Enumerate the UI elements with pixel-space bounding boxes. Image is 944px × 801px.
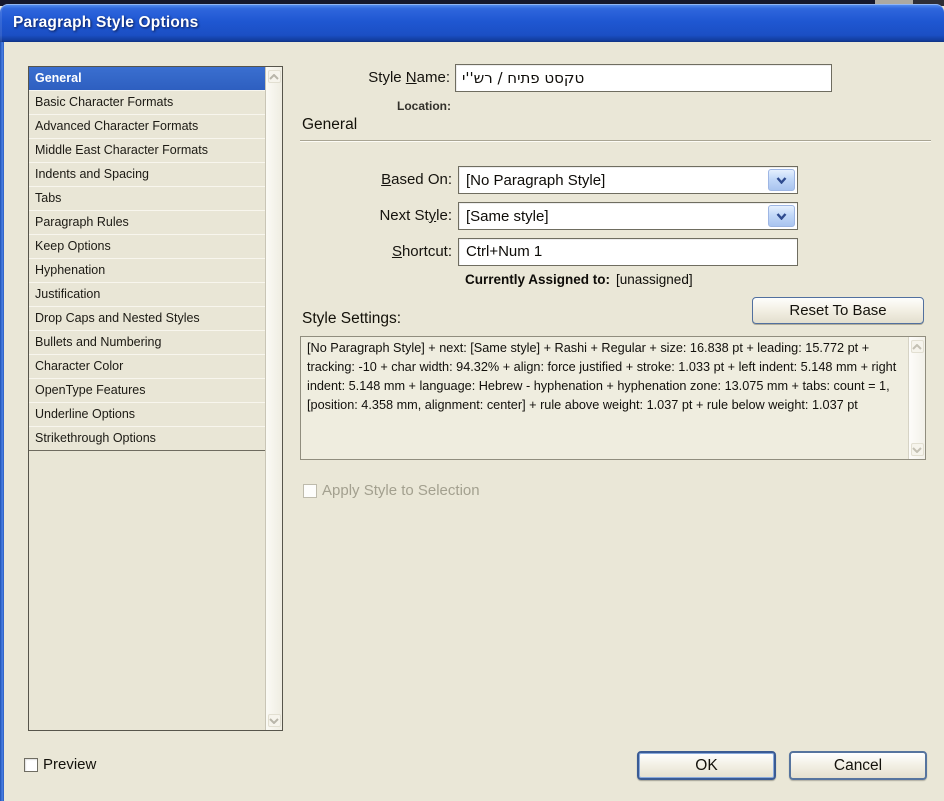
based-on-value: [No Paragraph Style] xyxy=(466,171,606,189)
sidebar-item-advanced-character-formats[interactable]: Advanced Character Formats xyxy=(29,115,265,139)
sidebar-item-paragraph-rules[interactable]: Paragraph Rules xyxy=(29,211,265,235)
scroll-down-icon[interactable] xyxy=(267,714,281,727)
category-list: General Basic Character Formats Advanced C… xyxy=(28,66,283,731)
currently-assigned-line: Currently Assigned to: [unassigned] xyxy=(465,272,693,287)
apply-style-checkbox xyxy=(303,483,317,498)
location-label: Location: xyxy=(397,99,451,113)
preview-label: Preview xyxy=(43,756,97,773)
currently-assigned-label: Currently Assigned to: xyxy=(465,272,611,287)
sidebar-item-underline-options[interactable]: Underline Options xyxy=(29,403,265,427)
sidebar-scrollbar[interactable] xyxy=(265,67,282,730)
sidebar-item-general[interactable]: General xyxy=(29,67,265,91)
sidebar-item-tabs[interactable]: Tabs xyxy=(29,187,265,211)
section-title: General xyxy=(302,116,358,133)
sidebar-item-hyphenation[interactable]: Hyphenation xyxy=(29,259,265,283)
section-divider xyxy=(300,140,931,142)
sidebar-item-basic-character-formats[interactable]: Basic Character Formats xyxy=(29,91,265,115)
sidebar-item-strikethrough-options[interactable]: Strikethrough Options xyxy=(29,427,265,451)
next-style-chevron-down-icon[interactable] xyxy=(768,205,795,227)
sidebar-item-bullets-and-numbering[interactable]: Bullets and Numbering xyxy=(29,331,265,355)
ok-button[interactable]: OK xyxy=(637,751,776,780)
sidebar-item-drop-caps-and-nested-styles[interactable]: Drop Caps and Nested Styles xyxy=(29,307,265,331)
based-on-label: Based On: xyxy=(381,171,452,188)
reset-to-base-button[interactable]: Reset To Base xyxy=(752,297,924,324)
settings-scroll-up-icon[interactable] xyxy=(910,340,924,353)
dialog-left-border xyxy=(0,42,4,801)
shortcut-label: Shortcut: xyxy=(391,243,452,260)
style-settings-box: [No Paragraph Style] + next: [Same style… xyxy=(300,336,926,460)
next-style-label: Next Style: xyxy=(379,207,452,224)
style-settings-text: [No Paragraph Style] + next: [Same style… xyxy=(307,341,897,412)
sidebar-item-middle-east-character-formats[interactable]: Middle East Character Formats xyxy=(29,139,265,163)
preview-option[interactable]: Preview xyxy=(24,756,96,773)
scroll-up-icon[interactable] xyxy=(267,70,281,83)
settings-scroll-down-icon[interactable] xyxy=(910,443,924,456)
shortcut-input[interactable]: Ctrl+Num 1 xyxy=(458,238,798,266)
style-settings-scrollbar[interactable] xyxy=(908,337,925,459)
cancel-button[interactable]: Cancel xyxy=(789,751,927,780)
style-settings-label: Style Settings: xyxy=(302,310,402,327)
apply-style-to-selection: Apply Style to Selection xyxy=(303,482,480,499)
sidebar-item-character-color[interactable]: Character Color xyxy=(29,355,265,379)
preview-checkbox[interactable] xyxy=(24,757,38,772)
style-name-label: Style Name: xyxy=(368,69,450,86)
sidebar-item-keep-options[interactable]: Keep Options xyxy=(29,235,265,259)
apply-style-label: Apply Style to Selection xyxy=(322,482,480,499)
next-style-value: [Same style] xyxy=(466,207,549,225)
style-name-input[interactable]: טקסט פתיח / רש''י xyxy=(455,64,832,92)
dialog-title: Paragraph Style Options xyxy=(13,14,199,31)
currently-assigned-value: [unassigned] xyxy=(616,272,693,287)
sidebar-item-opentype-features[interactable]: OpenType Features xyxy=(29,379,265,403)
next-style-dropdown[interactable]: [Same style] xyxy=(458,202,798,230)
based-on-dropdown[interactable]: [No Paragraph Style] xyxy=(458,166,798,194)
sidebar-item-justification[interactable]: Justification xyxy=(29,283,265,307)
sidebar-item-indents-and-spacing[interactable]: Indents and Spacing xyxy=(29,163,265,187)
paragraph-style-options-dialog: Paragraph Style Options General Basic Cha… xyxy=(0,0,944,801)
based-on-chevron-down-icon[interactable] xyxy=(768,169,795,191)
dialog-titlebar[interactable]: Paragraph Style Options xyxy=(0,4,944,42)
sidebar-list: General Basic Character Formats Advanced C… xyxy=(29,67,265,730)
